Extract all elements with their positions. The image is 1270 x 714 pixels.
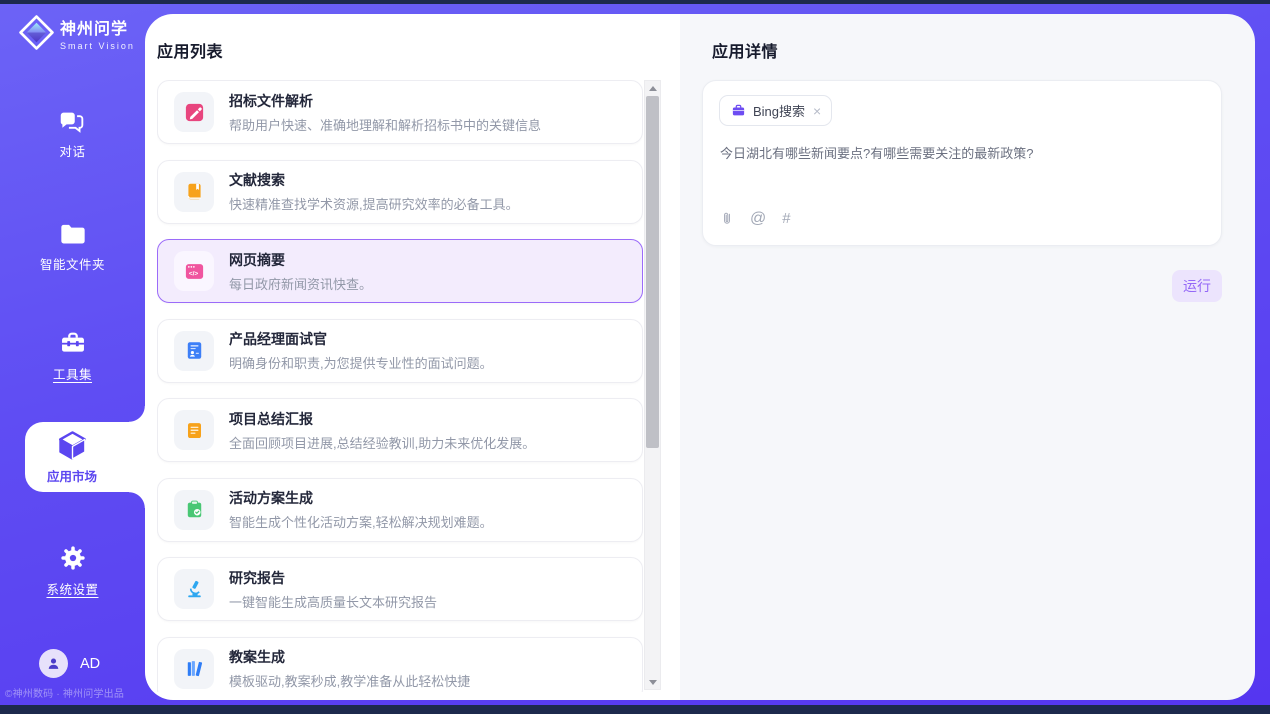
folder-icon xyxy=(59,222,87,247)
app-icon-box xyxy=(174,331,214,371)
user-account[interactable]: AD xyxy=(39,649,100,678)
sidebar-item-app-market[interactable]: 应用市场 xyxy=(25,422,145,492)
app-detail-title: 应用详情 xyxy=(712,38,778,62)
app-desc: 帮助用户快速、准确地理解和解析招标书中的关键信息 xyxy=(229,115,541,134)
sidebar-item-label: 系统设置 xyxy=(46,579,98,598)
app-list-pane: 应用列表 招标文件解析 帮助用户快速、准确地理解和解析招标书中的关键信息 xyxy=(145,14,680,700)
sidebar-item-chat[interactable]: 对话 xyxy=(0,110,145,160)
app-desc: 快速精准查找学术资源,提高研究效率的必备工具。 xyxy=(229,194,519,213)
brand-diamond-icon xyxy=(18,14,55,51)
app-icon-box xyxy=(174,649,214,689)
scrollbar-thumb[interactable] xyxy=(646,96,659,448)
app-name: 文献搜索 xyxy=(229,170,519,190)
sidebar-item-label: 应用市场 xyxy=(47,466,97,485)
scroll-down-button[interactable] xyxy=(645,675,660,689)
book-icon xyxy=(184,181,205,202)
app-desc: 明确身份和职责,为您提供专业性的面试问题。 xyxy=(229,353,493,372)
resume-icon xyxy=(184,340,205,361)
app-card-project-summary[interactable]: 项目总结汇报 全面回顾项目进展,总结经验教训,助力未来优化发展。 xyxy=(157,398,643,462)
brand-name: 神州问学 xyxy=(60,15,135,39)
user-initials: AD xyxy=(80,656,100,672)
app-desc: 模板驱动,教案秒成,教学准备从此轻松快捷 xyxy=(229,671,470,690)
app-card-lesson-plan[interactable]: 教案生成 模板驱动,教案秒成,教学准备从此轻松快捷 xyxy=(157,637,643,693)
sidebar: 神州问学 Smart Vision 对话 智能文件夹 xyxy=(0,4,145,705)
app-name: 活动方案生成 xyxy=(229,488,493,508)
tool-tag-bing-search[interactable]: Bing搜索 × xyxy=(719,95,832,126)
app-icon-box xyxy=(174,490,214,530)
tool-tag-label: Bing搜索 xyxy=(753,101,805,120)
app-desc: 智能生成个性化活动方案,轻松解决规划难题。 xyxy=(229,512,493,531)
clipboard-check-icon xyxy=(184,499,205,520)
app-name: 项目总结汇报 xyxy=(229,409,535,429)
app-window: 神州问学 Smart Vision 对话 智能文件夹 xyxy=(0,0,1270,714)
prompt-input-card: Bing搜索 × 今日湖北有哪些新闻要点?有哪些需要关注的最新政策? @ # xyxy=(702,80,1222,246)
bubble-curve-top xyxy=(129,406,145,422)
brand-tagline: Smart Vision xyxy=(60,41,135,51)
app-list: 招标文件解析 帮助用户快速、准确地理解和解析招标书中的关键信息 文献搜索 xyxy=(157,80,643,692)
svg-text:</>: </> xyxy=(188,270,198,277)
app-list-title: 应用列表 xyxy=(157,38,223,62)
app-card-event-plan[interactable]: 活动方案生成 智能生成个性化活动方案,轻松解决规划难题。 xyxy=(157,478,643,542)
main-panel: 应用列表 招标文件解析 帮助用户快速、准确地理解和解析招标书中的关键信息 xyxy=(145,14,1255,700)
notepad-icon xyxy=(184,420,205,441)
avatar[interactable] xyxy=(39,649,68,678)
hash-icon[interactable]: # xyxy=(782,210,790,227)
app-detail-pane: 应用详情 Bing搜索 × 今日湖北有哪些新闻要点?有哪些需要关注的最新政策? xyxy=(680,14,1255,700)
run-button[interactable]: 运行 xyxy=(1172,270,1222,302)
bubble-curve-bottom xyxy=(129,492,145,508)
app-name: 产品经理面试官 xyxy=(229,329,493,349)
app-icon-box xyxy=(174,569,214,609)
sidebar-item-label: 对话 xyxy=(59,141,85,160)
app-name: 教案生成 xyxy=(229,647,470,667)
sidebar-item-settings[interactable]: 系统设置 xyxy=(0,544,145,598)
app-name: 招标文件解析 xyxy=(229,91,541,111)
list-scrollbar[interactable] xyxy=(644,80,661,690)
app-name: 研究报告 xyxy=(229,568,437,588)
browser-code-icon: </> xyxy=(184,261,205,282)
attachment-toolbar: @ # xyxy=(720,209,791,228)
app-icon-box xyxy=(174,410,214,450)
mention-icon[interactable]: @ xyxy=(750,210,766,228)
chat-icon xyxy=(59,110,87,134)
app-desc: 全面回顾项目进展,总结经验教训,助力未来优化发展。 xyxy=(229,433,535,452)
cube-icon xyxy=(56,429,89,462)
sidebar-item-smart-folder[interactable]: 智能文件夹 xyxy=(0,222,145,273)
app-card-pm-interviewer[interactable]: 产品经理面试官 明确身份和职责,为您提供专业性的面试问题。 xyxy=(157,319,643,383)
sidebar-item-toolset[interactable]: 工具集 xyxy=(0,330,145,383)
app-icon-box xyxy=(174,92,214,132)
app-desc: 每日政府新闻资讯快查。 xyxy=(229,274,372,293)
app-card-web-summary[interactable]: </> 网页摘要 每日政府新闻资讯快查。 xyxy=(157,239,643,303)
sidebar-item-label: 智能文件夹 xyxy=(40,254,105,273)
paperclip-icon[interactable] xyxy=(720,209,734,228)
books-icon xyxy=(184,658,205,679)
app-icon-box: </> xyxy=(174,251,214,291)
app-desc: 一键智能生成高质量长文本研究报告 xyxy=(229,592,437,611)
sidebar-item-label: 工具集 xyxy=(53,364,92,383)
microscope-icon xyxy=(184,579,205,600)
tag-close-icon[interactable]: × xyxy=(813,104,821,118)
app-card-literature-search[interactable]: 文献搜索 快速精准查找学术资源,提高研究效率的必备工具。 xyxy=(157,160,643,224)
edit-doc-icon xyxy=(184,102,205,123)
app-card-research-report[interactable]: 研究报告 一键智能生成高质量长文本研究报告 xyxy=(157,557,643,621)
app-icon-box xyxy=(174,172,214,212)
app-name: 网页摘要 xyxy=(229,250,372,270)
question-text[interactable]: 今日湖北有哪些新闻要点?有哪些需要关注的最新政策? xyxy=(720,144,1200,164)
app-card-bid-document-parsing[interactable]: 招标文件解析 帮助用户快速、准确地理解和解析招标书中的关键信息 xyxy=(157,80,643,144)
scroll-up-button[interactable] xyxy=(645,81,660,95)
person-icon xyxy=(45,655,62,672)
gear-icon xyxy=(59,544,87,572)
copyright-text: ©神州数码 · 神州问学出品 xyxy=(5,685,143,700)
briefcase-icon xyxy=(731,103,746,118)
toolbox-icon xyxy=(59,330,87,357)
brand-logo: 神州问学 Smart Vision xyxy=(18,14,135,51)
